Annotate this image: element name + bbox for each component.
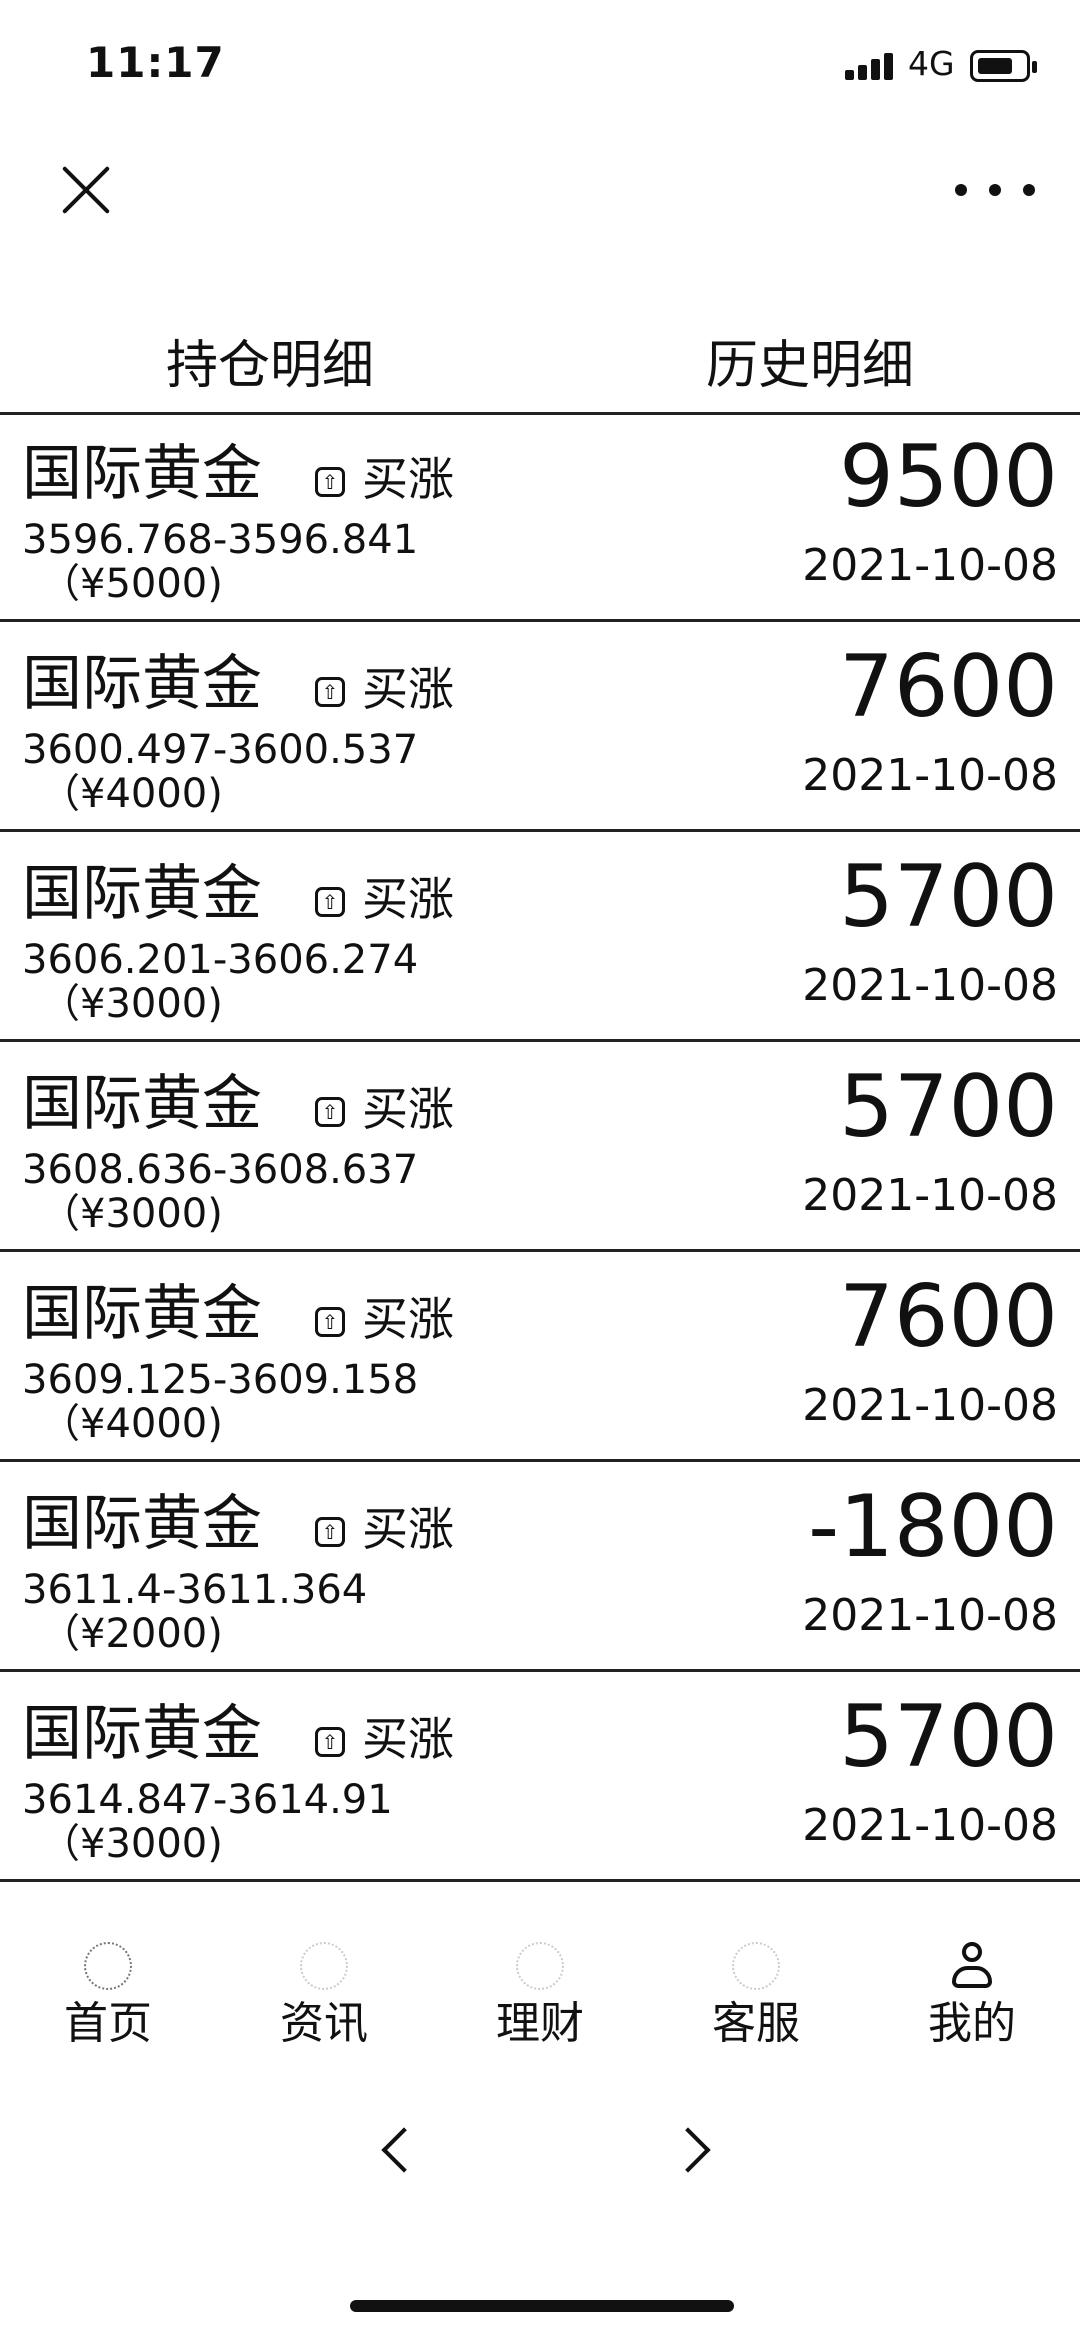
trade-date: 2021-10-08 (802, 1170, 1058, 1221)
trade-date: 2021-10-08 (802, 750, 1058, 801)
trade-amount: （¥5000) (40, 561, 223, 607)
trade-date: 2021-10-08 (802, 1380, 1058, 1431)
trade-type: 买涨 (362, 1502, 454, 1556)
price-range: 3600.497-3600.537 (22, 727, 419, 773)
nav-home[interactable]: 首页 (0, 1930, 216, 2060)
nav-news[interactable]: 资讯 (216, 1930, 432, 2060)
product-name: 国际黄金 (22, 1699, 262, 1769)
direction-icon: ⇧ (315, 1727, 345, 1757)
trade-date: 2021-10-08 (802, 960, 1058, 1011)
nav-label: 理财 (496, 1998, 584, 2049)
trade-amount: （¥2000) (40, 1611, 223, 1657)
list-item[interactable]: 国际黄金 ⇧ 买涨 3614.847-3614.91 （¥3000) 5700 … (0, 1672, 1080, 1882)
nav-label: 资讯 (280, 1998, 368, 2049)
status-time: 11:17 (86, 38, 225, 87)
finance-icon (516, 1942, 564, 1990)
price-range: 3596.768-3596.841 (22, 517, 419, 563)
list-item[interactable]: 国际黄金 ⇧ 买涨 3606.201-3606.274 （¥3000) 5700… (0, 832, 1080, 1042)
user-icon (948, 1942, 996, 1990)
service-icon (732, 1942, 780, 1990)
battery-icon (970, 50, 1037, 82)
close-button[interactable] (56, 160, 116, 220)
list-item[interactable]: 国际黄金 ⇧ 买涨 3611.4-3611.364 （¥2000) -1800 … (0, 1462, 1080, 1672)
forward-arrow-icon[interactable] (672, 2130, 712, 2170)
trade-type: 买涨 (362, 662, 454, 716)
price-range: 3606.201-3606.274 (22, 937, 419, 983)
signal-icon (845, 50, 901, 80)
more-options-button[interactable] (955, 160, 1035, 220)
product-name: 国际黄金 (22, 649, 262, 719)
direction-icon: ⇧ (315, 1097, 345, 1127)
list-item[interactable]: 国际黄金 ⇧ 买涨 3596.768-3596.841 （¥5000) 9500… (0, 412, 1080, 622)
status-bar: 11:17 4G (0, 0, 1080, 130)
price-range: 3614.847-3614.91 (22, 1777, 393, 1823)
trade-amount: （¥3000) (40, 1821, 223, 1867)
home-icon (84, 1942, 132, 1990)
price-range: 3608.636-3608.637 (22, 1147, 419, 1193)
trade-type: 买涨 (362, 452, 454, 506)
product-name: 国际黄金 (22, 859, 262, 929)
nav-label: 我的 (928, 1998, 1016, 2049)
direction-icon: ⇧ (315, 1307, 345, 1337)
list-item[interactable]: 国际黄金 ⇧ 买涨 3609.125-3609.158 （¥4000) 7600… (0, 1252, 1080, 1462)
nav-mine[interactable]: 我的 (864, 1930, 1080, 2060)
nav-finance[interactable]: 理财 (432, 1930, 648, 2060)
product-name: 国际黄金 (22, 439, 262, 509)
list-item[interactable]: 国际黄金 ⇧ 买涨 3608.636-3608.637 （¥3000) 5700… (0, 1042, 1080, 1252)
direction-icon: ⇧ (315, 467, 345, 497)
product-name: 国际黄金 (22, 1069, 262, 1139)
profit-value: 7600 (839, 637, 1058, 737)
trade-amount: （¥3000) (40, 981, 223, 1027)
price-range: 3611.4-3611.364 (22, 1567, 368, 1613)
profit-value: 5700 (839, 1057, 1058, 1157)
direction-icon: ⇧ (315, 887, 345, 917)
nav-label: 客服 (712, 1998, 800, 2049)
product-name: 国际黄金 (22, 1279, 262, 1349)
profit-value: -1800 (808, 1477, 1058, 1577)
nav-service[interactable]: 客服 (648, 1930, 864, 2060)
trade-amount: （¥4000) (40, 771, 223, 817)
bottom-nav: 首页 资讯 理财 客服 我的 (0, 1930, 1080, 2060)
trade-date: 2021-10-08 (802, 1590, 1058, 1641)
profit-value: 9500 (839, 427, 1058, 527)
list-item[interactable]: 国际黄金 ⇧ 买涨 3600.497-3600.537 （¥4000) 7600… (0, 622, 1080, 832)
price-range: 3609.125-3609.158 (22, 1357, 419, 1403)
tab-holdings[interactable]: 持仓明细 (0, 320, 540, 412)
back-arrow-icon[interactable] (378, 2130, 418, 2170)
direction-icon: ⇧ (315, 677, 345, 707)
tab-history[interactable]: 历史明细 (540, 320, 1080, 412)
trade-type: 买涨 (362, 1082, 454, 1136)
profit-value: 7600 (839, 1267, 1058, 1367)
direction-icon: ⇧ (315, 1517, 345, 1547)
trade-type: 买涨 (362, 1712, 454, 1766)
profit-value: 5700 (839, 1687, 1058, 1787)
product-name: 国际黄金 (22, 1489, 262, 1559)
profit-value: 5700 (839, 847, 1058, 947)
nav-label: 首页 (64, 1998, 152, 2049)
trade-date: 2021-10-08 (802, 1800, 1058, 1851)
trade-date: 2021-10-08 (802, 540, 1058, 591)
detail-tabs: 持仓明细 历史明细 (0, 320, 1080, 415)
trade-amount: （¥4000) (40, 1401, 223, 1447)
news-icon (300, 1942, 348, 1990)
network-type: 4G (908, 44, 955, 83)
trade-amount: （¥3000) (40, 1191, 223, 1237)
trade-type: 买涨 (362, 1292, 454, 1346)
record-list: 国际黄金 ⇧ 买涨 3596.768-3596.841 （¥5000) 9500… (0, 412, 1080, 1882)
home-indicator (350, 2300, 734, 2312)
trade-type: 买涨 (362, 872, 454, 926)
